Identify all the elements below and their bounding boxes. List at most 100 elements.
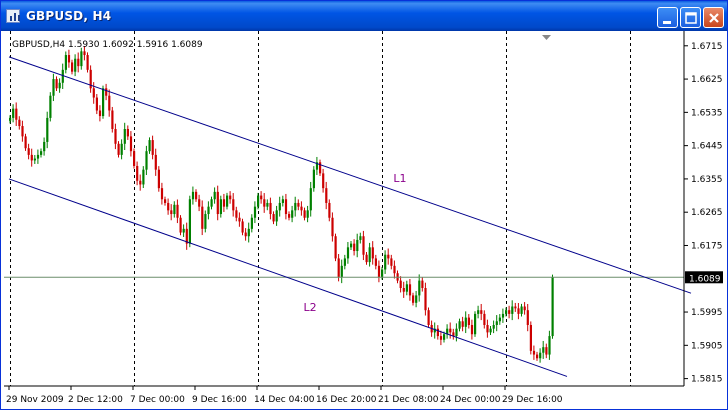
candle bbox=[508, 305, 511, 319]
candle bbox=[250, 214, 253, 233]
candle-body bbox=[300, 206, 303, 211]
x-tick-label: 24 Dec 00:00 bbox=[440, 395, 501, 405]
current-price-label: 1.6089 bbox=[689, 274, 721, 284]
candle-body bbox=[198, 199, 201, 207]
candle bbox=[408, 278, 412, 301]
candle-body bbox=[9, 117, 12, 121]
candle-body bbox=[160, 188, 164, 200]
chart-area[interactable]: L1 L2 1.6715 1.6625 1.6535 1.6445 1.6355 1.626… bbox=[1, 31, 728, 411]
candle bbox=[204, 210, 207, 233]
candle bbox=[498, 314, 501, 325]
candle bbox=[551, 274, 554, 339]
candle bbox=[98, 105, 102, 122]
trendlines[interactable]: L1 L2 bbox=[4, 56, 692, 377]
candle-body bbox=[486, 324, 489, 333]
candle-body bbox=[170, 210, 173, 215]
candle bbox=[399, 276, 402, 293]
candle bbox=[195, 189, 198, 202]
candle bbox=[40, 148, 43, 158]
candle-body bbox=[514, 306, 517, 309]
candle bbox=[474, 311, 477, 337]
minimize-button[interactable] bbox=[657, 7, 678, 28]
chart-shift-icon[interactable] bbox=[542, 35, 551, 40]
candle-body bbox=[33, 158, 36, 161]
candle-body bbox=[387, 254, 390, 259]
candle-body bbox=[532, 350, 536, 355]
time-scale: 29 Nov 2009 2 Dec 12:00 7 Dec 00:00 9 Dec 1… bbox=[6, 386, 563, 405]
candle-body bbox=[86, 55, 89, 70]
candle bbox=[356, 233, 359, 258]
candle-body bbox=[353, 243, 356, 252]
candle-body bbox=[539, 352, 542, 359]
candle-body bbox=[247, 228, 250, 237]
candle-body bbox=[182, 228, 185, 233]
candle-body bbox=[58, 82, 61, 89]
candle-body bbox=[95, 97, 98, 111]
candle-body bbox=[322, 173, 325, 189]
maximize-icon bbox=[685, 12, 697, 24]
candle-body bbox=[334, 236, 337, 259]
candle-body bbox=[458, 321, 461, 329]
candle-body bbox=[216, 191, 219, 215]
candle-body bbox=[362, 236, 365, 255]
candle-body bbox=[24, 136, 27, 149]
candle bbox=[523, 302, 526, 315]
candle bbox=[46, 111, 49, 149]
candle bbox=[365, 252, 368, 265]
y-tick-label: 1.6445 bbox=[691, 142, 723, 152]
close-button[interactable] bbox=[703, 7, 724, 28]
candle bbox=[111, 106, 114, 133]
candle-body bbox=[470, 324, 474, 335]
candle-body bbox=[495, 321, 498, 325]
y-tick-label: 1.6625 bbox=[691, 75, 723, 85]
candle bbox=[133, 148, 136, 169]
candle bbox=[514, 302, 517, 312]
candle bbox=[421, 277, 424, 292]
window-title: GBPUSD, H4 bbox=[26, 9, 112, 23]
candle-body bbox=[381, 269, 384, 277]
candle bbox=[315, 156, 319, 175]
candle bbox=[278, 196, 281, 217]
candle-body bbox=[436, 328, 439, 337]
price-chart[interactable]: L1 L2 1.6715 1.6625 1.6535 1.6445 1.6355 1.626… bbox=[1, 31, 728, 411]
candle bbox=[275, 205, 278, 226]
candle bbox=[89, 65, 92, 93]
candle-body bbox=[281, 199, 284, 203]
candle bbox=[393, 260, 396, 279]
x-tick-label: 29 Nov 2009 bbox=[6, 395, 64, 405]
candle-body bbox=[253, 206, 257, 218]
candle bbox=[201, 200, 204, 236]
candle bbox=[526, 303, 529, 332]
x-tick-label: 2 Dec 12:00 bbox=[68, 395, 123, 405]
candle bbox=[455, 323, 458, 342]
candle bbox=[12, 104, 15, 123]
candle bbox=[477, 305, 480, 319]
candle-body bbox=[542, 347, 545, 353]
candle-body bbox=[511, 306, 514, 314]
trendline-l1[interactable] bbox=[8, 56, 692, 294]
candle-body bbox=[77, 58, 80, 67]
candle-body bbox=[15, 108, 18, 120]
x-tick-label: 9 Dec 16:00 bbox=[192, 395, 247, 405]
candle bbox=[21, 120, 24, 142]
candle-body bbox=[346, 247, 350, 259]
candle-body bbox=[92, 88, 95, 98]
candle bbox=[470, 319, 474, 340]
candle bbox=[346, 242, 350, 264]
candle-body bbox=[424, 288, 427, 311]
candle-body bbox=[517, 308, 520, 314]
candle bbox=[139, 174, 142, 191]
candle-body bbox=[157, 169, 160, 189]
candle bbox=[164, 196, 167, 206]
maximize-button[interactable] bbox=[680, 7, 701, 28]
candle-body bbox=[80, 51, 83, 67]
candle-body bbox=[405, 284, 408, 292]
candle-body bbox=[443, 334, 446, 340]
candle-body bbox=[480, 310, 483, 314]
y-tick-label: 1.5995 bbox=[691, 308, 723, 318]
candle-body bbox=[133, 151, 136, 166]
title-bar[interactable]: GBPUSD, H4 bbox=[1, 1, 727, 31]
candle bbox=[173, 201, 176, 218]
candle-body bbox=[151, 140, 154, 155]
candle bbox=[368, 242, 371, 267]
